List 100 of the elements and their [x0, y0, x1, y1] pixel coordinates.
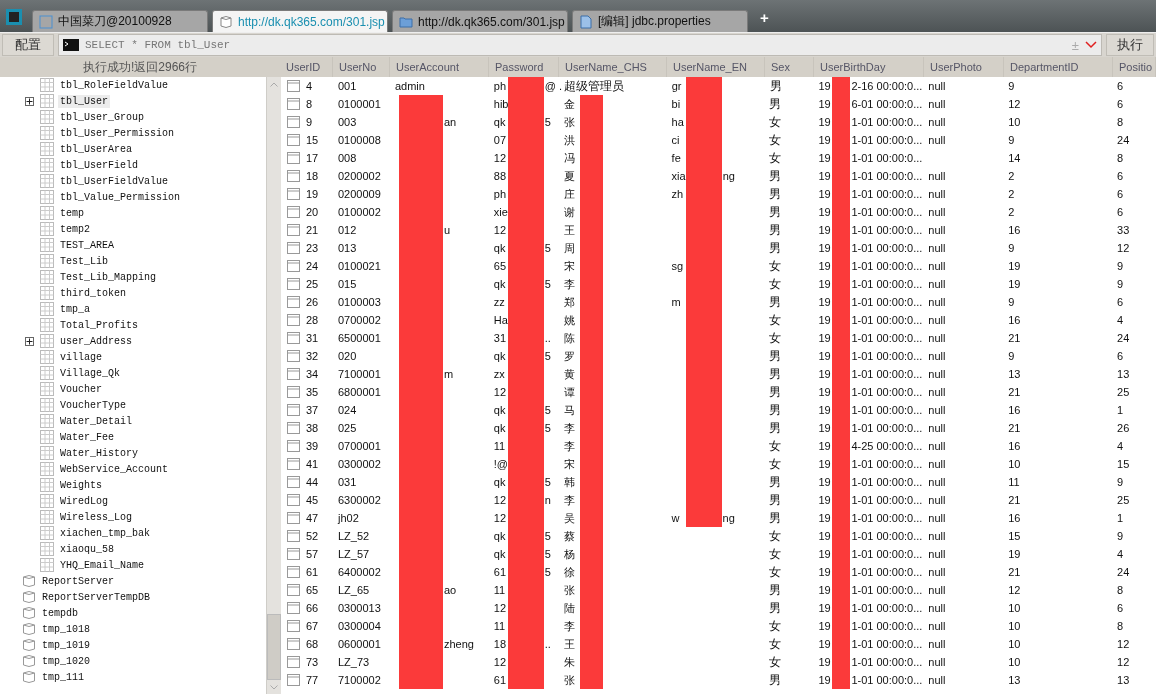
- tree-item[interactable]: user_Address: [58, 334, 134, 348]
- tree-item[interactable]: Test_Lib: [58, 254, 110, 268]
- table-cell: 025: [337, 422, 357, 434]
- run-button[interactable]: 执行: [1106, 34, 1154, 56]
- row-icon[interactable]: [287, 530, 300, 542]
- caret-icon[interactable]: [1085, 41, 1097, 49]
- row-icon[interactable]: [287, 674, 300, 686]
- tree-item[interactable]: tmp_1019: [40, 638, 92, 652]
- tree-item[interactable]: tbl_UserField: [58, 158, 140, 172]
- tree-item[interactable]: WiredLog: [58, 494, 110, 508]
- tree-item[interactable]: tmp_1018: [40, 622, 92, 636]
- tab[interactable]: http://dk.qk365.com/301.jsp: [212, 10, 388, 32]
- tree-item[interactable]: Voucher: [58, 382, 104, 396]
- app-menu-icon[interactable]: [4, 7, 24, 27]
- table-cell: 12: [493, 602, 508, 614]
- row-icon[interactable]: [287, 656, 300, 668]
- table-cell: 女: [769, 617, 782, 635]
- tree-item[interactable]: WebService_Account: [58, 462, 171, 476]
- scroll-down-icon[interactable]: [270, 684, 278, 690]
- tree-item[interactable]: tbl_RoleFieldValue: [58, 78, 171, 92]
- row-icon[interactable]: [287, 548, 300, 560]
- tree-item[interactable]: tbl_UserArea: [58, 142, 134, 156]
- tree-item[interactable]: temp: [58, 206, 86, 220]
- tree-item[interactable]: Village_Qk: [58, 366, 122, 380]
- row-icon[interactable]: [287, 350, 300, 362]
- row-icon[interactable]: [287, 368, 300, 380]
- row-icon[interactable]: [287, 584, 300, 596]
- tree-item[interactable]: tbl_User: [58, 94, 110, 108]
- row-icon[interactable]: [287, 188, 300, 200]
- tree-item[interactable]: Water_Fee: [58, 430, 116, 444]
- table-cell: 003: [337, 116, 357, 128]
- tree-item[interactable]: tbl_User_Permission: [58, 126, 177, 140]
- tree-item[interactable]: YHQ_Email_Name: [58, 558, 146, 572]
- tree-item[interactable]: tbl_User_Group: [58, 110, 146, 124]
- row-icon[interactable]: [287, 566, 300, 578]
- table-cell: 0300013: [337, 602, 381, 614]
- row-icon[interactable]: [287, 80, 300, 92]
- tree-item[interactable]: tmp_a: [58, 302, 92, 316]
- config-button[interactable]: 配置: [2, 34, 54, 56]
- tree-item[interactable]: third_token: [58, 286, 128, 300]
- table-cell: ..: [544, 332, 551, 344]
- tree-item[interactable]: Total_Profits: [58, 318, 140, 332]
- tree-item[interactable]: ReportServerTempDB: [40, 590, 153, 604]
- tree-item[interactable]: tbl_Value_Permission: [58, 190, 183, 204]
- row-icon[interactable]: [287, 206, 300, 218]
- table-cell: m: [443, 368, 454, 380]
- row-icon[interactable]: [287, 494, 300, 506]
- tree-item[interactable]: tempdb: [40, 606, 80, 620]
- row-icon[interactable]: [287, 602, 300, 614]
- row-icon[interactable]: [287, 332, 300, 344]
- tree-item[interactable]: tmp_111: [40, 670, 86, 684]
- tree-item[interactable]: xiachen_tmp_bak: [58, 526, 152, 540]
- row-icon[interactable]: [287, 422, 300, 434]
- row-icon[interactable]: [287, 98, 300, 110]
- row-icon[interactable]: [287, 620, 300, 632]
- tree-item[interactable]: Water_Detail: [58, 414, 134, 428]
- row-icon[interactable]: [287, 404, 300, 416]
- row-icon[interactable]: [287, 458, 300, 470]
- table-cell: 12: [1008, 584, 1021, 596]
- row-icon[interactable]: [287, 278, 300, 290]
- row-icon[interactable]: [287, 638, 300, 650]
- tree-item[interactable]: tmp_1020: [40, 654, 92, 668]
- scroll-thumb[interactable]: [267, 614, 281, 680]
- table-cell-text: qk: [493, 404, 507, 416]
- tree-item[interactable]: TEST_AREA: [58, 238, 116, 252]
- tree-item[interactable]: Weights: [58, 478, 104, 492]
- row-icon[interactable]: [287, 314, 300, 326]
- table-cell: 女: [769, 653, 782, 671]
- tree-item[interactable]: Test_Lib_Mapping: [58, 270, 158, 284]
- row-icon[interactable]: [287, 242, 300, 254]
- row-icon[interactable]: [287, 386, 300, 398]
- tree-item[interactable]: tbl_UserFieldValue: [58, 174, 171, 188]
- scrollbar[interactable]: [266, 77, 281, 694]
- tree-item[interactable]: ReportServer: [40, 574, 116, 588]
- tab[interactable]: 中国菜刀@20100928: [32, 10, 208, 32]
- tree-item[interactable]: village: [58, 350, 104, 364]
- row-icon[interactable]: [287, 440, 300, 452]
- new-tab-button[interactable]: +: [760, 9, 769, 26]
- tree-item[interactable]: Wireless_Log: [58, 510, 134, 524]
- table-icon: [40, 398, 54, 412]
- tab[interactable]: http://dk.qk365.com/301.jsp: [392, 10, 568, 32]
- table-cell: 女: [769, 311, 782, 329]
- expand-icon[interactable]: [25, 336, 34, 346]
- row-icon[interactable]: [287, 134, 300, 146]
- row-icon[interactable]: [287, 152, 300, 164]
- tree-item[interactable]: VoucherType: [58, 398, 128, 412]
- expand-icon[interactable]: [25, 96, 34, 106]
- row-icon[interactable]: [287, 224, 300, 236]
- row-icon[interactable]: [287, 476, 300, 488]
- tree-item[interactable]: xiaoqu_58: [58, 542, 116, 556]
- tree-item[interactable]: temp2: [58, 222, 92, 236]
- row-icon[interactable]: [287, 170, 300, 182]
- row-icon[interactable]: [287, 512, 300, 524]
- row-icon[interactable]: [287, 296, 300, 308]
- tab[interactable]: [编辑] jdbc.properties: [572, 10, 748, 32]
- row-icon[interactable]: [287, 260, 300, 272]
- scroll-up-icon[interactable]: [270, 81, 278, 87]
- row-icon[interactable]: [287, 116, 300, 128]
- tree-item[interactable]: Water_History: [58, 446, 140, 460]
- query-field[interactable]: SELECT * FROM tbl_User ±: [58, 34, 1102, 56]
